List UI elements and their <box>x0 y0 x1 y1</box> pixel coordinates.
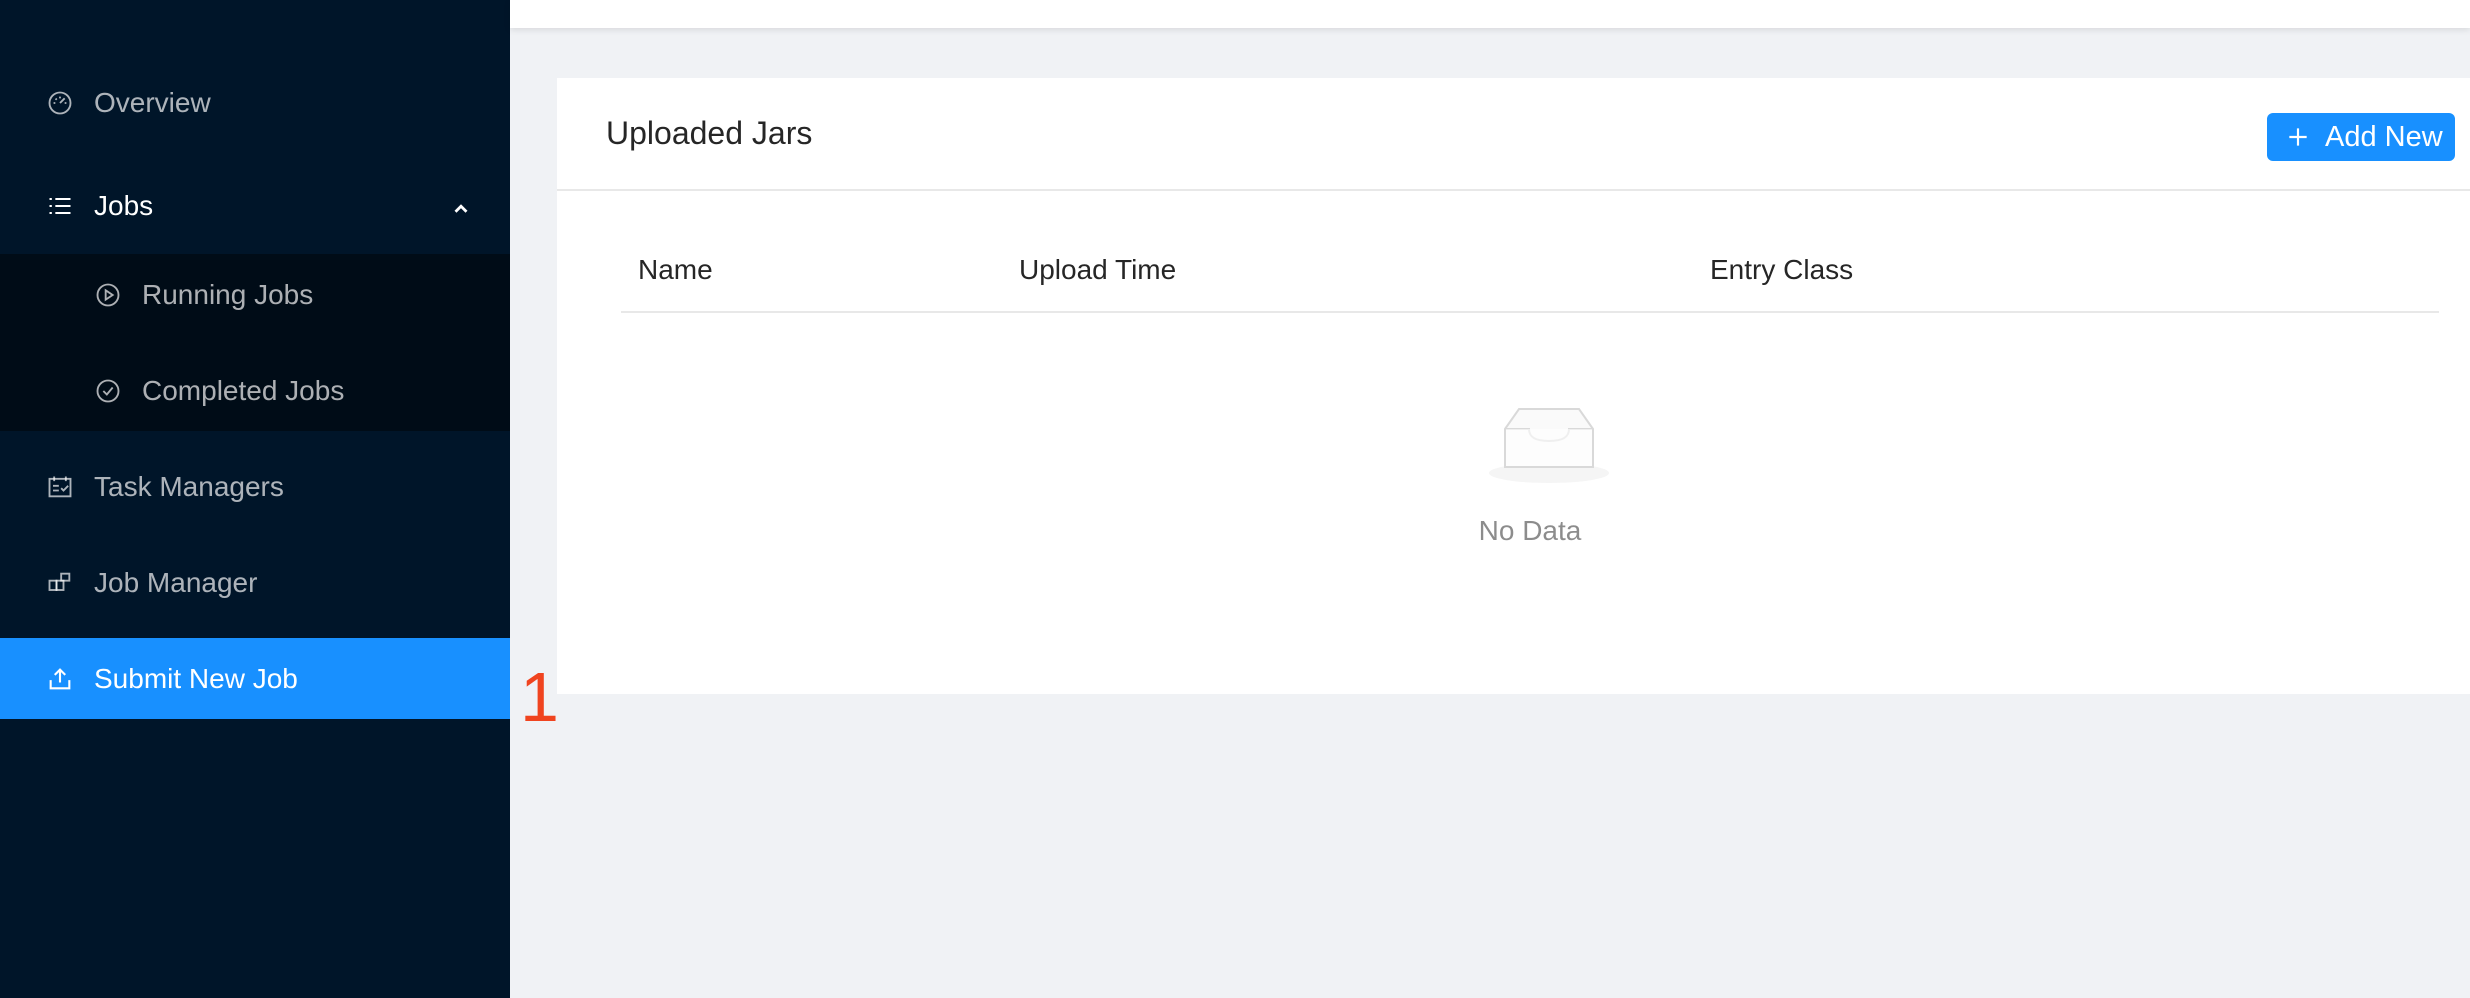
chevron-up-icon[interactable] <box>450 195 472 217</box>
sidebar-item-task-managers[interactable]: Task Managers <box>0 446 510 527</box>
sidebar-item-label: Jobs <box>94 190 154 221</box>
sidebar-item-completed-jobs[interactable]: Completed Jobs <box>0 350 510 431</box>
sidebar-item-jobs[interactable]: Jobs <box>0 158 510 254</box>
jars-table: Name Upload Time Entry Class No Data <box>621 226 2439 546</box>
check-circle-icon <box>94 377 122 405</box>
add-new-label: Add New <box>2325 120 2443 153</box>
sidebar-item-label: Overview <box>94 86 211 118</box>
sidebar-item-submit-new-job[interactable]: Submit New Job <box>0 638 510 719</box>
add-new-button[interactable]: Add New <box>2267 113 2455 161</box>
empty-text: No Data <box>1478 515 1582 546</box>
table-empty-state: No Data <box>621 313 2439 546</box>
sidebar-item-label: Task Managers <box>94 470 284 502</box>
sidebar-menu: Overview Jobs Running Jobs Completed Job… <box>0 62 510 734</box>
annotation-step-1: 1 <box>520 658 559 736</box>
table-header: Name Upload Time Entry Class <box>621 226 2439 313</box>
upload-icon <box>46 665 74 693</box>
schedule-icon <box>46 473 74 501</box>
plus-icon <box>2285 124 2311 150</box>
inbox-empty-icon <box>1485 401 1613 485</box>
column-header-name[interactable]: Name <box>638 226 713 313</box>
card-title: Uploaded Jars <box>606 115 813 151</box>
sidebar-item-label: Job Manager <box>94 566 258 598</box>
column-header-upload-time[interactable]: Upload Time <box>1019 226 1176 313</box>
sidebar-item-running-jobs[interactable]: Running Jobs <box>0 254 510 335</box>
dashboard-icon <box>46 89 74 117</box>
top-header <box>510 0 2470 28</box>
sidebar: Overview Jobs Running Jobs Completed Job… <box>0 0 510 998</box>
column-header-entry-class[interactable]: Entry Class <box>1710 226 1853 313</box>
uploaded-jars-card: Uploaded Jars Add New Name Upload Time E… <box>557 78 2470 694</box>
sidebar-item-label: Submit New Job <box>94 662 298 694</box>
sidebar-item-label: Running Jobs <box>142 278 314 310</box>
sidebar-item-job-manager[interactable]: Job Manager <box>0 542 510 623</box>
list-icon <box>46 192 74 220</box>
card-header: Uploaded Jars <box>557 78 2470 191</box>
play-circle-icon <box>94 281 122 309</box>
sidebar-item-overview[interactable]: Overview <box>0 62 510 143</box>
jobs-submenu: Running Jobs Completed Jobs <box>0 254 510 431</box>
sidebar-item-label: Completed Jobs <box>142 374 345 406</box>
build-icon <box>46 569 74 597</box>
